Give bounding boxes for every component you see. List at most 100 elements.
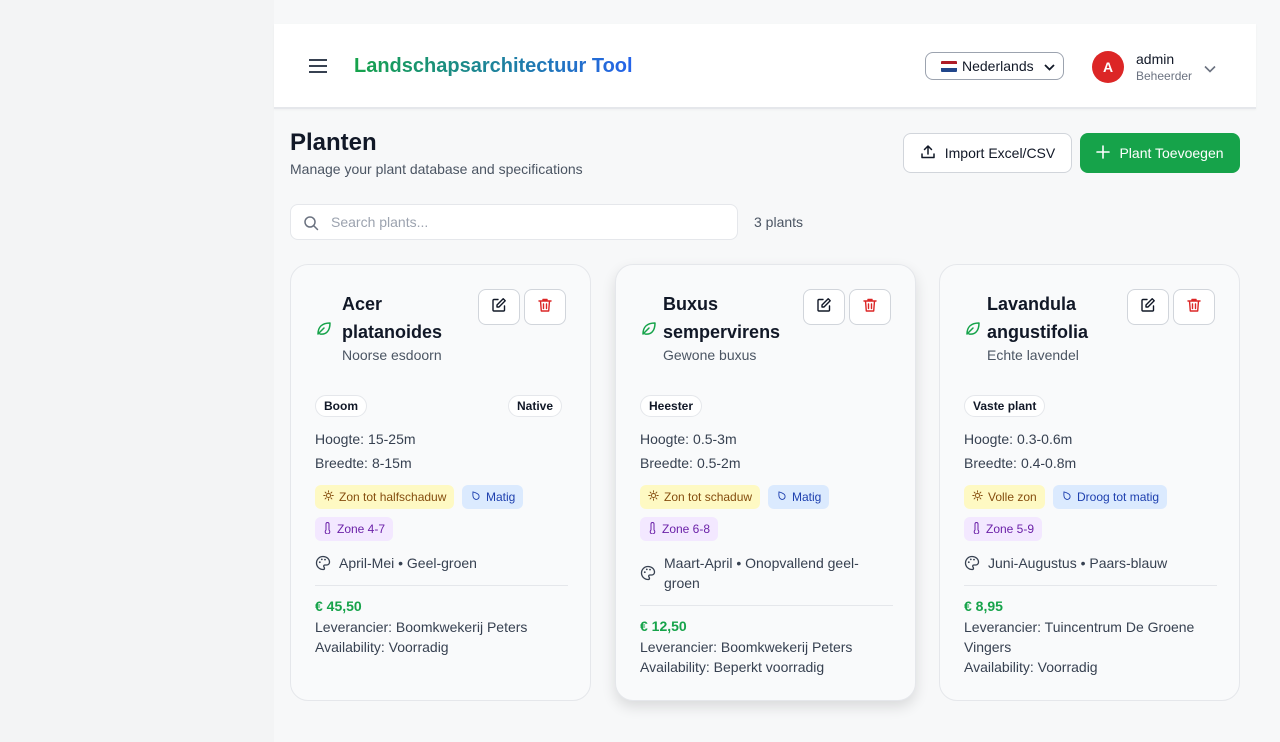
- edit-icon: [816, 297, 832, 318]
- zone-label: Zone 5-9: [986, 522, 1035, 536]
- palette-icon: [964, 553, 980, 576]
- availability-text: Availability: Voorradig: [964, 659, 1098, 675]
- droplet-icon: [470, 490, 481, 504]
- width-label: Breedte:: [315, 455, 368, 471]
- plant-name: Buxus sempervirens: [663, 294, 781, 342]
- add-plant-button[interactable]: Plant Toevoegen: [1080, 133, 1240, 173]
- native-badge: Native: [508, 395, 563, 417]
- import-excel-csv-button[interactable]: Import Excel/CSV: [903, 133, 1072, 173]
- height-label: Hoogte:: [315, 431, 365, 447]
- zone-chip: Zone 6-8: [640, 517, 719, 541]
- import-button-label: Import Excel/CSV: [944, 145, 1056, 161]
- height-value: 15-25m: [368, 431, 416, 447]
- width-value: 0.4-0.8m: [1020, 455, 1077, 471]
- sun-label: Volle zon: [988, 490, 1037, 504]
- language-select[interactable]: Nederlands: [925, 52, 1064, 80]
- height-spec: Hoogte: 15-25m: [315, 431, 416, 447]
- hamburger-menu-icon[interactable]: [306, 53, 330, 79]
- chevron-down-icon: [1204, 60, 1216, 78]
- trash-icon: [537, 297, 553, 318]
- sun-chip: Volle zon: [964, 485, 1045, 509]
- width-value: 8-15m: [371, 455, 412, 471]
- plant-common-name: Echte lavendel: [987, 347, 1079, 363]
- sun-icon: [323, 490, 334, 504]
- user-role: Beheerder: [1136, 69, 1193, 83]
- page-title: Planten: [290, 129, 377, 156]
- plant-name: Lavandula angustifolia: [987, 294, 1089, 342]
- palette-icon: [315, 553, 331, 576]
- width-label: Breedte:: [640, 455, 693, 471]
- width-spec: Breedte: 8-15m: [315, 455, 412, 471]
- plant-common-name: Noorse esdoorn: [342, 347, 442, 363]
- delete-button[interactable]: [524, 289, 566, 325]
- palette-icon: [640, 553, 656, 593]
- bloom-text: April-Mei • Geel-groen: [339, 555, 477, 571]
- plus-icon: [1096, 144, 1111, 162]
- height-spec: Hoogte: 0.3-0.6m: [964, 431, 1072, 447]
- zone-chip: Zone 4-7: [315, 517, 394, 541]
- droplet-icon: [776, 490, 787, 504]
- dutch-flag-icon: [941, 60, 957, 72]
- trash-icon: [1186, 297, 1202, 318]
- edit-button[interactable]: [478, 289, 520, 325]
- availability-text: Availability: Voorradig: [315, 639, 449, 655]
- search-box: [290, 204, 738, 240]
- sun-label: Zon tot schaduw: [664, 490, 753, 504]
- water-chip: Matig: [462, 485, 524, 509]
- supplier-text: Leverancier: Tuincentrum De Groene Vinge…: [964, 619, 1195, 655]
- divider: [315, 585, 568, 586]
- divider: [640, 605, 893, 606]
- plant-price: € 12,50: [640, 618, 687, 634]
- plant-card: Buxus sempervirens Gewone buxus Heester …: [615, 264, 916, 701]
- plant-price: € 45,50: [315, 598, 362, 614]
- thermometer-icon: [972, 521, 981, 537]
- upload-icon: [920, 144, 936, 163]
- edit-icon: [1140, 297, 1156, 318]
- bloom-text: Maart-April • Onopvallend geel-groen: [664, 555, 859, 591]
- bloom-info: April-Mei • Geel-groen: [315, 553, 563, 576]
- leaf-icon: [964, 319, 982, 342]
- top-header: Landschapsarchitectuur Tool Nederlands A…: [274, 24, 1256, 109]
- width-spec: Breedte: 0.4-0.8m: [964, 455, 1076, 471]
- app-title: Landschapsarchitectuur Tool: [354, 55, 633, 77]
- sun-label: Zon tot halfschaduw: [339, 490, 447, 504]
- water-label: Droog tot matig: [1077, 490, 1160, 504]
- plant-count: 3 plants: [754, 214, 804, 230]
- plant-name: Acer platanoides: [342, 294, 443, 342]
- sun-icon: [972, 490, 983, 504]
- language-label: Nederlands: [962, 58, 1034, 74]
- plant-card: Lavandula angustifolia Echte lavendel Va…: [939, 264, 1240, 701]
- supplier-text: Leverancier: Boomkwekerij Peters: [315, 619, 528, 635]
- water-label: Matig: [792, 490, 822, 504]
- zone-label: Zone 6-8: [662, 522, 711, 536]
- edit-button[interactable]: [1127, 289, 1169, 325]
- user-menu[interactable]: A admin Beheerder: [1092, 50, 1222, 84]
- bloom-info: Maart-April • Onopvallend geel-groen: [640, 553, 888, 593]
- leaf-icon: [315, 319, 333, 342]
- search-input[interactable]: [331, 205, 731, 239]
- bloom-info: Juni-Augustus • Paars-blauw: [964, 553, 1212, 576]
- plant-type-badge: Heester: [640, 395, 703, 417]
- water-label: Matig: [486, 490, 516, 504]
- edit-icon: [491, 297, 507, 318]
- edit-button[interactable]: [803, 289, 845, 325]
- plant-common-name: Gewone buxus: [663, 347, 757, 363]
- bloom-text: Juni-Augustus • Paars-blauw: [988, 555, 1168, 571]
- zone-chip: Zone 5-9: [964, 517, 1043, 541]
- chevron-down-icon: [1044, 58, 1055, 74]
- height-label: Hoogte:: [640, 431, 690, 447]
- height-value: 0.5-3m: [693, 431, 737, 447]
- delete-button[interactable]: [1173, 289, 1215, 325]
- delete-button[interactable]: [849, 289, 891, 325]
- sidebar-area: [0, 0, 274, 742]
- leaf-icon: [640, 319, 658, 342]
- plant-type-badge: Boom: [315, 395, 367, 417]
- trash-icon: [862, 297, 878, 318]
- sun-icon: [648, 490, 659, 504]
- sun-chip: Zon tot halfschaduw: [315, 485, 455, 509]
- height-label: Hoogte:: [964, 431, 1014, 447]
- width-spec: Breedte: 0.5-2m: [640, 455, 741, 471]
- water-chip: Droog tot matig: [1053, 485, 1168, 509]
- user-name: admin: [1136, 51, 1175, 67]
- water-chip: Matig: [768, 485, 830, 509]
